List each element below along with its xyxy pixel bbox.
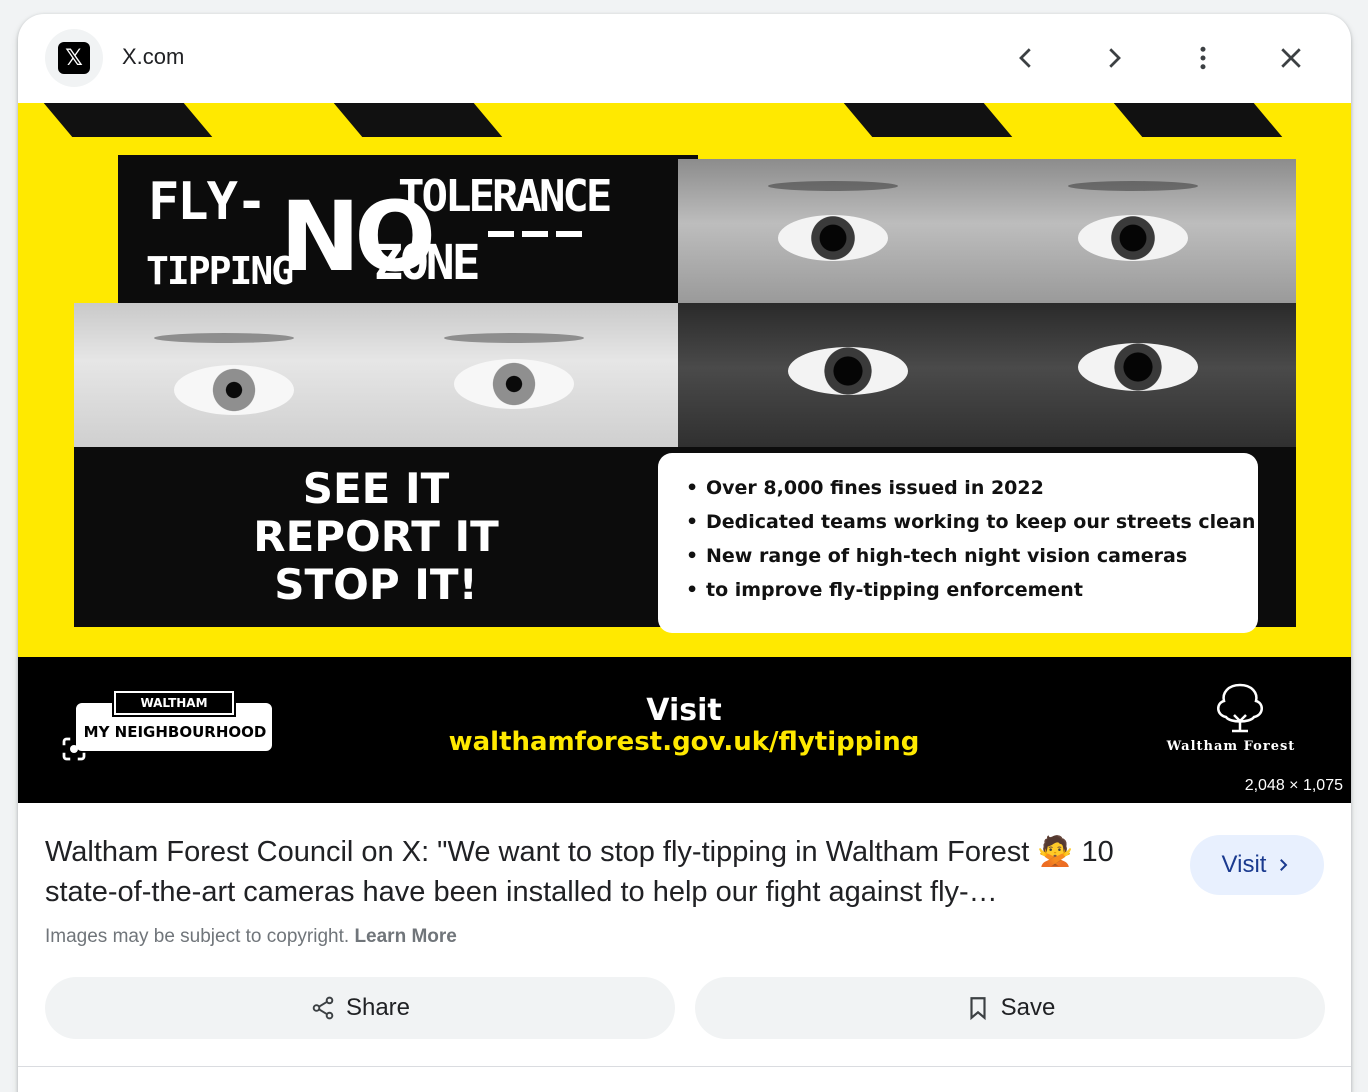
fact-item: Over 8,000 fines issued in 2022 bbox=[686, 471, 1256, 505]
eyebrow bbox=[154, 333, 294, 343]
divider bbox=[18, 1066, 1351, 1067]
slogan-line: REPORT IT bbox=[253, 512, 499, 561]
visit-text: Visit bbox=[646, 693, 722, 728]
hazard-stripe bbox=[843, 103, 1013, 137]
visit-button[interactable]: Visit bbox=[1190, 835, 1324, 895]
eye bbox=[778, 215, 888, 261]
save-label: Save bbox=[1000, 994, 1056, 1021]
council-name: Waltham Forest bbox=[1166, 739, 1296, 754]
visit-button-label: Visit bbox=[1221, 851, 1267, 878]
copyright-text: Images may be subject to copyright. bbox=[45, 926, 350, 947]
eyes-photo-middle-right bbox=[678, 303, 1296, 447]
learn-more-link[interactable]: Learn More bbox=[354, 926, 456, 947]
close-icon bbox=[1281, 48, 1301, 68]
badge-top-label: WALTHAM FOREST bbox=[112, 689, 236, 730]
image-preview-panel: 𝕏 X.com FLY- TIPPING NO TOLERANCE ZONE S… bbox=[18, 14, 1351, 1092]
hazard-stripe bbox=[43, 103, 213, 137]
share-label: Share bbox=[345, 994, 411, 1021]
title-dashes bbox=[488, 231, 582, 237]
eyes-photo-middle-left bbox=[74, 303, 678, 447]
eyebrow bbox=[768, 181, 898, 191]
title-fly: FLY- bbox=[148, 172, 267, 232]
title-tipping: TIPPING bbox=[146, 249, 294, 293]
chevron-left-icon bbox=[1019, 48, 1031, 68]
copyright-notice: Images may be subject to copyright. Lear… bbox=[45, 926, 457, 948]
share-icon bbox=[312, 996, 334, 1020]
more-options-button[interactable] bbox=[1179, 34, 1227, 82]
slogan-line: STOP IT! bbox=[274, 560, 478, 609]
campaign-url: walthamforest.gov.uk/flytipping bbox=[448, 727, 920, 757]
slogan-line: SEE IT bbox=[302, 464, 450, 513]
fact-item-continued: to improve fly-tipping enforcement bbox=[686, 573, 1256, 607]
fact-item: Dedicated teams working to keep our stre… bbox=[686, 505, 1256, 539]
hazard-stripe bbox=[333, 103, 503, 137]
share-button[interactable]: Share bbox=[45, 977, 675, 1039]
site-name[interactable]: X.com bbox=[122, 44, 184, 70]
previous-button[interactable] bbox=[1002, 34, 1050, 82]
title-tolerance: TOLERANCE bbox=[398, 171, 612, 222]
visual-search-button[interactable] bbox=[56, 731, 92, 767]
chevron-right-icon bbox=[1109, 48, 1121, 68]
save-button[interactable]: Save bbox=[695, 977, 1325, 1039]
fact-item: New range of high-tech night vision came… bbox=[686, 539, 1256, 573]
slogan-block: SEE IT REPORT IT STOP IT! bbox=[74, 447, 678, 627]
image-dimensions: 2,048 × 1,075 bbox=[1244, 777, 1343, 794]
eye bbox=[454, 359, 574, 409]
chevron-right-icon bbox=[1280, 859, 1288, 871]
close-button[interactable] bbox=[1267, 34, 1315, 82]
more-vert-icon bbox=[1200, 46, 1206, 70]
tree-logo-icon bbox=[1217, 683, 1263, 733]
x-logo-icon: 𝕏 bbox=[58, 42, 90, 74]
site-favicon: 𝕏 bbox=[45, 29, 103, 87]
preview-image[interactable]: FLY- TIPPING NO TOLERANCE ZONE SEE IT RE… bbox=[18, 103, 1351, 803]
facts-list: Over 8,000 fines issued in 2022 Dedicate… bbox=[686, 471, 1256, 607]
eyebrow bbox=[1068, 181, 1198, 191]
eye bbox=[788, 347, 908, 395]
eyebrow bbox=[444, 333, 584, 343]
hazard-stripe bbox=[1113, 103, 1283, 137]
eye bbox=[174, 365, 294, 415]
badge-bottom-label: MY NEIGHBOURHOOD bbox=[83, 723, 267, 741]
eyes-photo-top-right bbox=[678, 159, 1296, 303]
image-caption[interactable]: Waltham Forest Council on X: "We want to… bbox=[45, 832, 1155, 912]
title-zone: ZONE bbox=[374, 235, 481, 291]
lens-icon bbox=[62, 737, 86, 761]
next-button[interactable] bbox=[1090, 34, 1138, 82]
bookmark-icon bbox=[970, 997, 986, 1021]
eye bbox=[1078, 343, 1198, 391]
eye bbox=[1078, 215, 1188, 261]
